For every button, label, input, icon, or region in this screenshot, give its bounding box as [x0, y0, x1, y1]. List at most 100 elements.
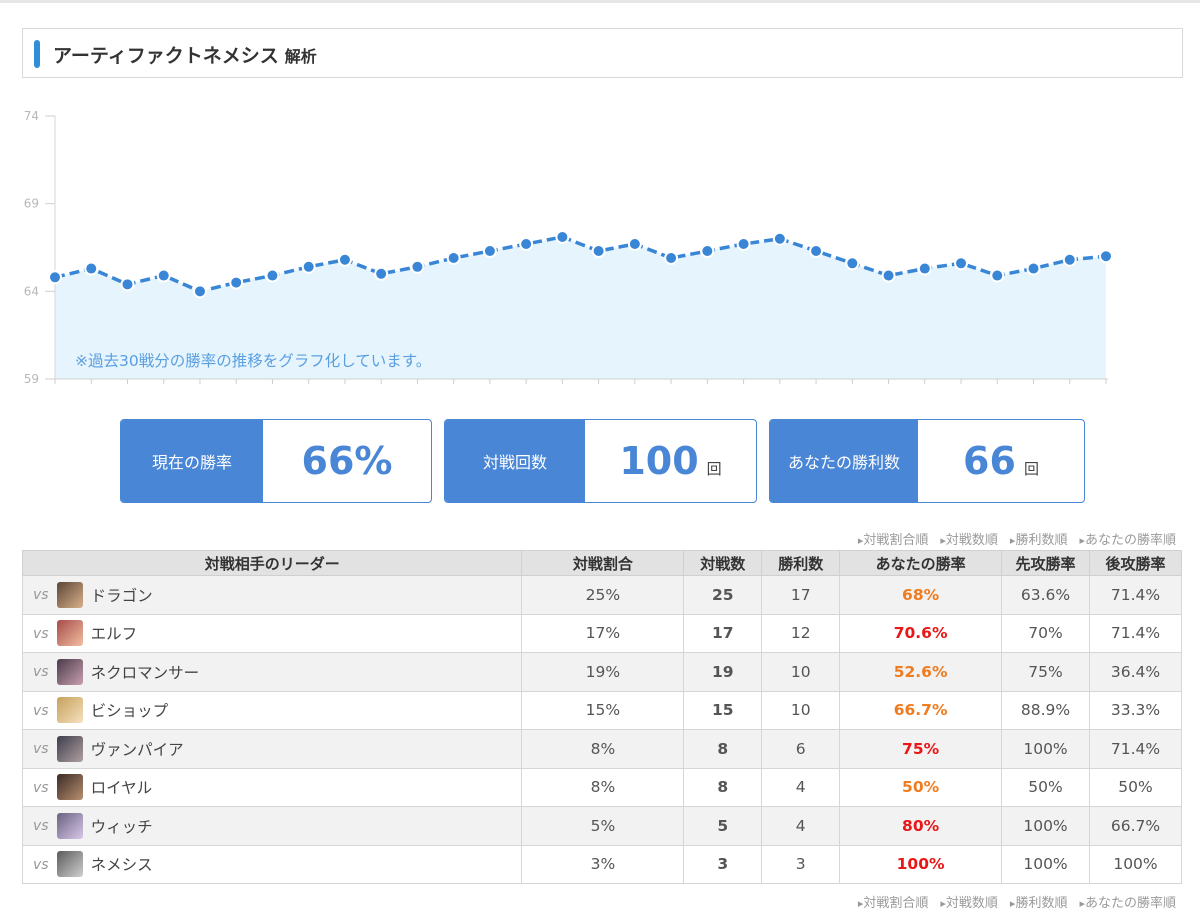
share-cell: 3% — [521, 844, 685, 884]
column-header: 対戦数 — [683, 550, 763, 576]
table-body: vs ドラゴン 25% 25 17 68% 63.6% 71.4% vs エルフ 17% 17 12 70… — [21, 575, 1183, 884]
win-rate-cell: 50% — [839, 767, 1003, 807]
sort-links-top: 対戦割合順 対戦数順 勝利数順 あなたの勝率順 — [858, 529, 1176, 548]
data-point — [1026, 261, 1041, 276]
first-turn-rate-cell: 100% — [1001, 806, 1090, 846]
win-rate-chart: 74 69 64 59 ※過去30戦分の勝率の推移をグラフ化しています。 — [24, 109, 1113, 386]
sort-by-share-link[interactable]: 対戦割合順 — [858, 892, 928, 910]
sort-by-win-rate-link[interactable]: あなたの勝率順 — [1079, 529, 1176, 548]
sort-by-battles-link[interactable]: 対戦数順 — [940, 892, 998, 910]
vampire-avatar — [56, 735, 83, 762]
table-header-row: 対戦相手のリーダー 対戦割合 対戦数 勝利数 あなたの勝率 先攻勝率 後攻勝率 — [21, 550, 1183, 576]
wins-cell: 4 — [761, 767, 841, 807]
first-turn-rate-cell: 50% — [1001, 767, 1090, 807]
data-point — [482, 244, 497, 259]
leader-cell: vs ウィッチ — [21, 806, 523, 846]
bishop-avatar — [56, 697, 83, 724]
stat-label: 対戦回数 — [445, 420, 585, 502]
sort-by-wins-link[interactable]: 勝利数順 — [1010, 529, 1067, 548]
data-point — [120, 277, 135, 292]
y-tick-label: 59 — [24, 372, 39, 386]
data-point — [410, 259, 425, 274]
chart-note: ※過去30戦分の勝率の推移をグラフ化しています。 — [75, 352, 431, 370]
sort-by-battles-link[interactable]: 対戦数順 — [940, 529, 998, 548]
data-point — [301, 259, 316, 274]
leader-cell: vs ビショップ — [21, 690, 523, 730]
stat-value: 66 — [963, 439, 1016, 483]
second-turn-rate-cell: 100% — [1088, 844, 1183, 884]
leader-cell: vs ネクロマンサー — [21, 652, 523, 692]
leader-name: ビショップ — [90, 702, 169, 721]
stat-value-box: 66 回 — [918, 420, 1084, 502]
leader-name: ウィッチ — [90, 817, 153, 836]
share-cell: 5% — [521, 806, 685, 846]
data-point — [845, 256, 860, 271]
nemesis-avatar — [56, 851, 83, 878]
leader-name: ヴァンパイア — [90, 740, 184, 759]
data-point — [265, 268, 280, 283]
page-title: アーティファクトネメシス 解析 — [53, 41, 317, 68]
sort-by-win-rate-link[interactable]: あなたの勝率順 — [1079, 892, 1176, 910]
table-row: vs エルフ 17% 17 12 70.6% 70% 71.4% — [21, 613, 1183, 653]
vs-label: vs — [33, 664, 49, 681]
win-rate-cell: 52.6% — [839, 652, 1003, 692]
wins-cell: 4 — [761, 806, 841, 846]
battles-cell: 15 — [683, 690, 763, 730]
win-rate-cell: 100% — [839, 844, 1003, 884]
data-point — [809, 244, 824, 259]
leader-name: ネクロマンサー — [90, 663, 200, 682]
share-cell: 8% — [521, 767, 685, 807]
stat-unit: 回 — [1023, 459, 1039, 478]
leader-name: ドラゴン — [90, 586, 153, 605]
battles-cell: 8 — [683, 767, 763, 807]
data-point — [954, 256, 969, 271]
second-turn-rate-cell: 36.4% — [1088, 652, 1183, 692]
first-turn-rate-cell: 75% — [1001, 652, 1090, 692]
sort-by-share-link[interactable]: 対戦割合順 — [858, 529, 928, 548]
data-point — [337, 252, 352, 267]
stat-value-box: 100 回 — [585, 420, 756, 502]
page-header: アーティファクトネメシス 解析 — [22, 28, 1183, 78]
column-header: 勝利数 — [761, 550, 841, 576]
data-point — [591, 244, 606, 259]
battles-cell: 5 — [683, 806, 763, 846]
data-point — [736, 236, 751, 251]
witch-avatar — [56, 812, 83, 839]
data-point — [374, 266, 389, 281]
matchup-table: 対戦相手のリーダー 対戦割合 対戦数 勝利数 あなたの勝率 先攻勝率 後攻勝率 … — [21, 550, 1183, 884]
vs-label: vs — [33, 779, 49, 796]
sort-by-wins-link[interactable]: 勝利数順 — [1010, 892, 1067, 910]
first-turn-rate-cell: 88.9% — [1001, 690, 1090, 730]
second-turn-rate-cell: 71.4% — [1088, 613, 1183, 653]
stat-value: 100 — [619, 439, 699, 483]
vs-label: vs — [33, 702, 49, 719]
table-row: vs ネクロマンサー 19% 19 10 52.6% 75% 36.4% — [21, 652, 1183, 692]
data-point — [48, 270, 62, 285]
data-point — [555, 229, 570, 244]
leader-cell: vs ネメシス — [21, 844, 523, 884]
vs-label: vs — [33, 741, 49, 758]
dragon-avatar — [56, 581, 83, 608]
table-row: vs ビショップ 15% 15 10 66.7% 88.9% 33.3% — [21, 690, 1183, 730]
first-turn-rate-cell: 100% — [1001, 729, 1090, 769]
data-point — [156, 268, 171, 283]
stat-unit: 回 — [706, 459, 722, 478]
column-header: 後攻勝率 — [1088, 550, 1183, 576]
second-turn-rate-cell: 50% — [1088, 767, 1183, 807]
leader-name: ネメシス — [90, 856, 153, 875]
y-tick-label: 64 — [24, 284, 39, 298]
first-turn-rate-cell: 63.6% — [1001, 575, 1090, 615]
necromancer-avatar — [56, 658, 83, 685]
page-title-main: アーティファクトネメシス — [53, 45, 279, 67]
y-tick-label: 69 — [24, 197, 39, 211]
data-point — [1062, 252, 1077, 267]
top-border — [0, 0, 1200, 3]
wins-cell: 17 — [761, 575, 841, 615]
share-cell: 19% — [521, 652, 685, 692]
data-point — [881, 268, 896, 283]
stat-label: あなたの勝利数 — [770, 420, 918, 502]
column-header: 対戦相手のリーダー — [21, 550, 523, 576]
win-rate-cell: 68% — [839, 575, 1003, 615]
data-point — [700, 244, 715, 259]
win-rate-cell: 75% — [839, 729, 1003, 769]
